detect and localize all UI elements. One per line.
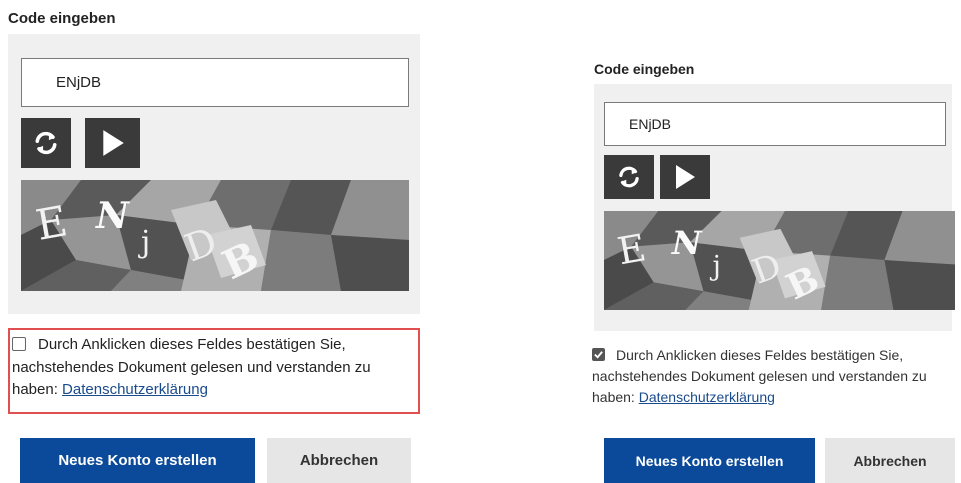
svg-text:N: N xyxy=(95,195,131,237)
cancel-button[interactable]: Abbrechen xyxy=(267,438,411,483)
checkmark-icon xyxy=(594,351,603,359)
create-account-button[interactable]: Neues Konto erstellen xyxy=(20,438,255,483)
captcha-container: E N j D B xyxy=(594,84,955,331)
cancel-button[interactable]: Abbrechen xyxy=(825,438,955,483)
captcha-image: E N j D B xyxy=(604,211,955,310)
code-input[interactable] xyxy=(604,102,946,146)
consent-checkbox[interactable] xyxy=(592,348,605,362)
left-panel: Code eingeben ENjDB E N j D B Durch Ankl… xyxy=(0,0,440,483)
privacy-policy-link[interactable]: Datenschutzerklärung xyxy=(639,389,775,405)
refresh-button[interactable] xyxy=(21,118,71,168)
refresh-icon xyxy=(619,166,639,188)
consent-box: Durch Anklicken dieses Feldes bestätigen… xyxy=(592,345,961,417)
captcha-image: E N j D B xyxy=(21,180,409,291)
svg-text:N: N xyxy=(671,224,703,262)
page-title: Code eingeben xyxy=(8,10,116,27)
play-audio-button[interactable] xyxy=(85,118,140,168)
consent-box: Durch Anklicken dieses Feldes bestätigen… xyxy=(8,328,420,414)
right-panel: Code eingeben ENjDB E N j D B Durch Ankl… xyxy=(585,0,961,483)
privacy-policy-link[interactable]: Datenschutzerklärung xyxy=(62,381,208,398)
code-input[interactable] xyxy=(21,58,409,107)
page-title: Code eingeben xyxy=(594,61,695,77)
create-account-button[interactable]: Neues Konto erstellen xyxy=(604,438,815,483)
captcha-container: E N j D B xyxy=(8,34,420,314)
refresh-button[interactable] xyxy=(604,155,654,199)
consent-checkbox[interactable] xyxy=(12,336,26,351)
refresh-icon xyxy=(35,131,57,155)
play-icon xyxy=(676,165,695,189)
play-audio-button[interactable] xyxy=(660,155,710,199)
play-icon xyxy=(102,130,124,156)
